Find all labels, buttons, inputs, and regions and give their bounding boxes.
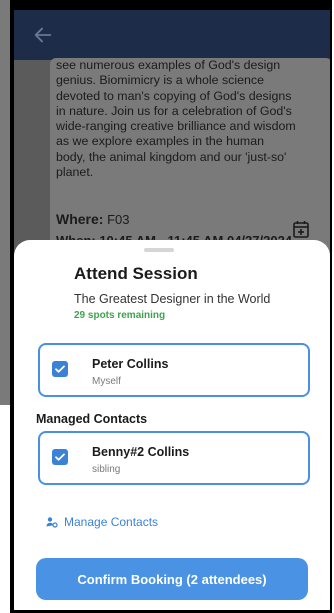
contact-relation: sibling — [92, 464, 121, 475]
sheet-drag-handle[interactable] — [144, 248, 174, 252]
people-settings-icon — [46, 517, 58, 528]
contact-name: Peter Collins — [92, 357, 169, 371]
manage-contacts-link[interactable]: Manage Contacts — [46, 513, 158, 531]
app-bar — [14, 10, 330, 60]
contact-option-self[interactable]: Peter Collins Myself — [38, 343, 310, 397]
spots-remaining: 29 spots remaining — [74, 310, 166, 321]
left-edge-shadow — [0, 0, 10, 405]
attend-session-sheet: Attend Session The Greatest Designer in … — [14, 240, 330, 610]
session-description: see numerous examples of God's design ge… — [56, 58, 296, 180]
checkbox-checked-icon[interactable] — [52, 449, 68, 465]
where-label: Where: — [56, 211, 104, 227]
contact-option-managed[interactable]: Benny#2 Collins sibling — [38, 431, 310, 485]
where-value: F03 — [107, 212, 130, 227]
contact-relation: Myself — [92, 376, 121, 387]
manage-contacts-label: Manage Contacts — [64, 515, 159, 529]
confirm-booking-button[interactable]: Confirm Booking (2 attendees) — [36, 558, 308, 600]
session-name: The Greatest Designer in the World — [74, 292, 271, 306]
where-row: Where: F03 — [56, 211, 129, 227]
contact-name: Benny#2 Collins — [92, 445, 190, 459]
managed-contacts-heading: Managed Contacts — [36, 412, 148, 426]
arrow-left-icon[interactable] — [32, 24, 54, 46]
sheet-title: Attend Session — [74, 264, 198, 283]
calendar-add-icon[interactable] — [293, 220, 309, 238]
checkbox-checked-icon[interactable] — [52, 361, 68, 377]
